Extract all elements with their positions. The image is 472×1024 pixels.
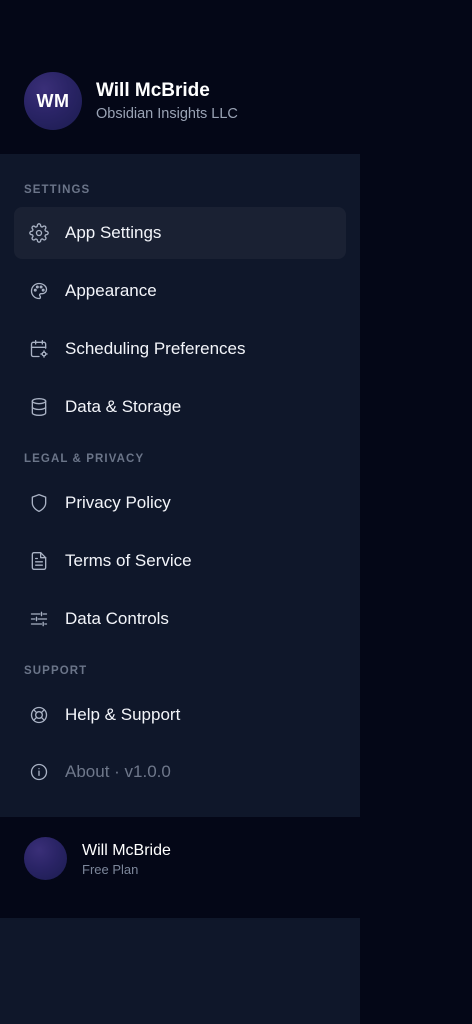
database-icon — [28, 396, 50, 418]
profile-name: Will McBride — [96, 80, 210, 101]
menu-item-label: Privacy Policy — [65, 493, 171, 512]
section-label-settings: SETTINGS — [24, 184, 91, 196]
menu-item-terms-of-service[interactable]: Terms of Service — [14, 535, 346, 587]
sliders-icon — [28, 608, 50, 630]
menu-item-scheduling-preferences[interactable]: Scheduling Preferences — [14, 323, 346, 375]
profile-header: WM Will McBride Obsidian Insights LLC — [0, 0, 360, 154]
section-label-support: SUPPORT — [24, 665, 88, 677]
menu-item-appearance[interactable]: Appearance — [14, 265, 346, 317]
footer-user-name: Will McBride — [82, 842, 171, 859]
avatar — [24, 837, 67, 880]
gear-icon — [28, 222, 50, 244]
shield-icon — [28, 492, 50, 514]
avatar[interactable]: WM — [24, 72, 82, 130]
menu-item-label: Help & Support — [65, 705, 181, 724]
menu-item-app-settings[interactable]: App Settings — [14, 207, 346, 259]
document-icon — [28, 550, 50, 572]
menu-item-about[interactable]: About · v1.0.0 — [14, 746, 346, 798]
section-label-legal: LEGAL & PRIVACY — [24, 453, 145, 465]
lifebuoy-icon — [28, 704, 50, 726]
menu-item-label: About · v1.0.0 — [65, 762, 171, 781]
info-icon — [28, 761, 50, 783]
menu-item-label: Data Controls — [65, 609, 169, 628]
menu-item-label: Scheduling Preferences — [65, 339, 246, 358]
panel-bottom-area — [0, 918, 360, 1024]
menu-item-data-storage[interactable]: Data & Storage — [14, 381, 346, 433]
palette-icon — [28, 280, 50, 302]
calendar-settings-icon — [28, 338, 50, 360]
menu-item-label: Appearance — [65, 281, 157, 300]
menu-item-label: App Settings — [65, 223, 162, 242]
menu-item-label: Terms of Service — [65, 551, 192, 570]
account-footer[interactable]: Will McBride Free Plan — [0, 817, 360, 918]
footer-plan: Free Plan — [82, 862, 139, 877]
menu-item-help-support[interactable]: Help & Support — [14, 689, 346, 741]
menu-item-privacy-policy[interactable]: Privacy Policy — [14, 477, 346, 529]
profile-organization: Obsidian Insights LLC — [96, 106, 238, 122]
avatar-initials: WM — [36, 90, 70, 111]
settings-menu-panel: SETTINGS App Settings Appearance Schedul… — [0, 154, 360, 817]
menu-item-data-controls[interactable]: Data Controls — [14, 593, 346, 645]
menu-item-label: Data & Storage — [65, 397, 182, 416]
